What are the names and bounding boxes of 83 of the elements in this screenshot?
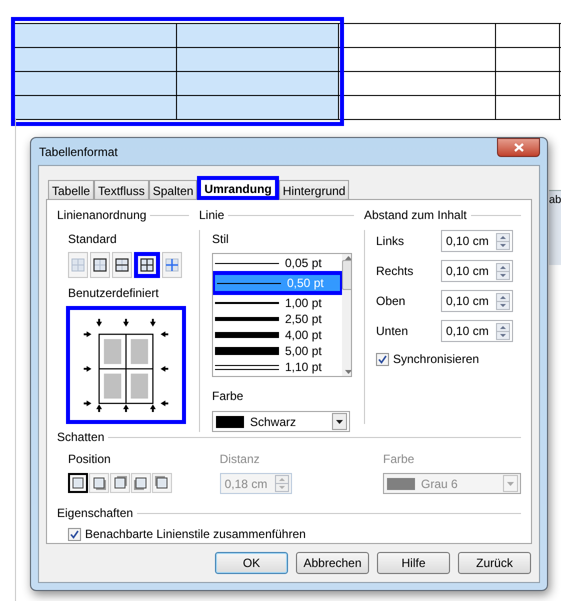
line-sample (217, 282, 281, 284)
color-name: Schwarz (250, 414, 298, 430)
field-label: Standard (67, 231, 118, 248)
window-title: ab (549, 193, 561, 207)
field-label: Benutzerdefiniert (67, 285, 160, 302)
field-value: 0,18 cm (224, 476, 268, 492)
border-preset-button[interactable] (90, 252, 110, 278)
scrollbar[interactable] (342, 254, 351, 376)
dialog-button[interactable]: OK (215, 552, 288, 574)
scroll-down-icon[interactable] (344, 370, 351, 374)
section-title: Abstand zum Inhalt (364, 207, 467, 224)
shadow-position-button[interactable] (68, 473, 88, 493)
field-label: Farbe (383, 451, 416, 468)
line-style-list[interactable]: 0,05 pt 0,50 pt 1,00 pt 2,50 pt 4,00 pt 5,00 pt 1,10 pt (212, 253, 352, 377)
color-dropdown[interactable]: Schwarz (212, 411, 350, 432)
field-label: Oben (376, 293, 406, 310)
section-title: Schatten (57, 429, 104, 446)
spin-field[interactable]: 0,10 cm (441, 230, 513, 252)
field-label: Links (376, 233, 404, 250)
line-style-item[interactable]: 1,10 pt (213, 359, 342, 375)
border-preset-icon (113, 256, 131, 274)
tab[interactable]: Spalten (148, 180, 198, 200)
shadow-position-icon (154, 475, 170, 491)
color-name: Grau 6 (421, 476, 459, 492)
field-value: 0,10 cm (446, 293, 489, 310)
line-sample (215, 347, 279, 355)
line-style-item[interactable]: 1,00 pt (213, 295, 342, 311)
spin-arrows-icon[interactable] (496, 292, 510, 310)
dialog-button[interactable]: Zurück (458, 552, 531, 574)
shadow-position-icon (112, 475, 128, 491)
checkbox-label: Synchronisieren (393, 351, 480, 368)
tab[interactable]: Textfluss (94, 180, 149, 200)
section-title: Linie (199, 207, 224, 224)
scroll-thumb[interactable] (342, 260, 351, 290)
tab[interactable]: Umrandung (197, 176, 279, 200)
line-sample (215, 364, 279, 370)
field-label: Unten (376, 323, 408, 340)
border-preset-icon (91, 256, 109, 274)
spin-field[interactable]: 0,10 cm (441, 260, 513, 282)
border-preset-icon (163, 256, 181, 274)
line-style-item[interactable]: 2,50 pt (213, 311, 342, 327)
border-preset-icon (69, 256, 87, 274)
tab[interactable]: Hintergrund (278, 180, 350, 200)
line-style-item[interactable]: 4,00 pt (213, 327, 342, 343)
shadow-position-icon (91, 475, 107, 491)
tab[interactable]: Tabelle (48, 180, 94, 200)
border-preset-button[interactable] (112, 252, 132, 278)
line-sample (215, 302, 279, 304)
border-preset-button[interactable] (134, 252, 160, 278)
shadow-position-icon (133, 475, 149, 491)
field-value: 0,10 cm (446, 233, 489, 250)
line-sample (215, 332, 279, 338)
spin-arrows-icon[interactable] (496, 262, 510, 280)
field-label: Rechts (376, 263, 414, 280)
field-label: Stil (212, 231, 230, 248)
close-icon (514, 143, 524, 152)
spin-arrows-icon[interactable] (496, 232, 510, 250)
window-title: Tabellenformat (39, 144, 118, 160)
section-title: Linienanordnung (57, 207, 146, 224)
close-button[interactable] (497, 138, 540, 157)
line-style-item[interactable]: 0,05 pt (213, 255, 342, 271)
checkbox-label: Benachbarte Linienstile zusammenführen (85, 526, 306, 543)
line-style-item[interactable]: 5,00 pt (213, 343, 342, 359)
checkmark-icon (70, 530, 79, 538)
spin-field[interactable]: 0,10 cm (441, 290, 513, 312)
field-label: Farbe (212, 388, 244, 405)
line-sample (215, 317, 279, 321)
border-preset-icon (138, 256, 156, 274)
line-sample (215, 262, 279, 264)
field-label: Position (68, 451, 112, 468)
checkmark-icon (378, 354, 387, 364)
spin-arrows-icon[interactable] (496, 322, 510, 340)
checkbox[interactable] (68, 528, 81, 540)
dialog-button[interactable]: Hilfe (377, 552, 450, 574)
shadow-position-icon (70, 475, 86, 491)
section-title: Eigenschaften (57, 505, 134, 522)
caret-icon[interactable] (332, 413, 347, 430)
dialog-button[interactable]: Abbrechen (296, 552, 369, 574)
checkbox[interactable] (376, 352, 389, 366)
field-label: Distanz (220, 451, 261, 468)
spin-field[interactable]: 0,10 cm (441, 320, 513, 342)
field-value: 0,10 cm (446, 263, 489, 280)
field-value: 0,10 cm (446, 323, 489, 340)
